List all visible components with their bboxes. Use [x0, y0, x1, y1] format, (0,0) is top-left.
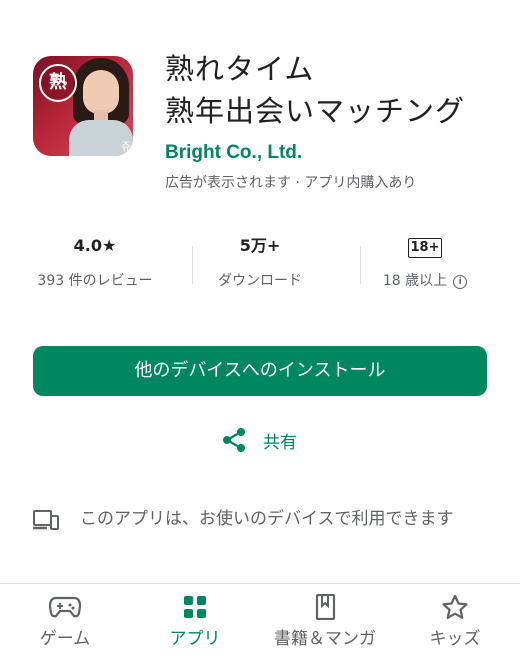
install-on-other-devices-button[interactable]: 他のデバイスへのインストール — [33, 346, 487, 396]
downloads-stat: 5万+ ダウンロード — [195, 234, 325, 294]
stats-divider — [192, 246, 193, 284]
age-rating-stat[interactable]: 18+ 18 歳以上 i — [350, 234, 500, 294]
bottom-navigation: ゲーム アプリ 書籍＆マンガ キッズ — [0, 583, 520, 655]
share-icon — [223, 428, 245, 452]
devices-icon — [33, 510, 59, 530]
nav-item-books[interactable]: 書籍＆マンガ — [260, 594, 390, 649]
icon-figure-face — [83, 70, 119, 114]
nav-label-books: 書籍＆マンガ — [274, 629, 376, 649]
icon-corner-text: 쥬 — [120, 140, 131, 153]
ads-purchases-note: 広告が表示されます · アプリ内購入あり — [165, 175, 417, 191]
app-title: 熟れタイム 熟年出会いマッチング — [165, 48, 510, 132]
app-title-line2: 熟年出会いマッチング — [165, 94, 466, 128]
nav-label-apps: アプリ — [169, 629, 221, 649]
gamepad-icon — [48, 596, 82, 618]
apps-grid-icon — [184, 596, 206, 618]
rating-stat[interactable]: 4.0★ 393 件のレビュー — [20, 234, 170, 294]
developer-link[interactable]: Bright Co., Ltd. — [165, 142, 302, 164]
info-icon[interactable]: i — [453, 275, 468, 289]
nav-item-kids[interactable]: キッズ — [390, 594, 520, 649]
downloads-value: 5万+ — [239, 236, 281, 255]
stats-row: 4.0★ 393 件のレビュー 5万+ ダウンロード 18+ 18 歳以上 i — [20, 234, 500, 294]
nav-item-games[interactable]: ゲーム — [0, 594, 130, 649]
rating-label: 393 件のレビュー — [37, 273, 153, 289]
nav-item-apps[interactable]: アプリ — [130, 594, 260, 649]
nav-label-kids: キッズ — [429, 629, 481, 649]
bookmark-book-icon — [315, 594, 336, 620]
star-icon — [442, 594, 468, 619]
share-label: 共有 — [263, 433, 297, 453]
rating-value: 4.0★ — [73, 236, 117, 255]
nav-label-games: ゲーム — [39, 629, 91, 649]
app-title-line1: 熟れタイム — [165, 52, 315, 86]
downloads-label: ダウンロード — [218, 273, 302, 289]
app-icon: 熟 쥬 — [33, 56, 133, 156]
age-rating-badge: 18+ — [407, 238, 443, 258]
icon-badge: 熟 — [39, 64, 77, 102]
age-rating-label: 18 歳以上 — [382, 273, 448, 289]
device-compatibility-text: このアプリは、お使いのデバイスで利用できます — [80, 509, 454, 529]
